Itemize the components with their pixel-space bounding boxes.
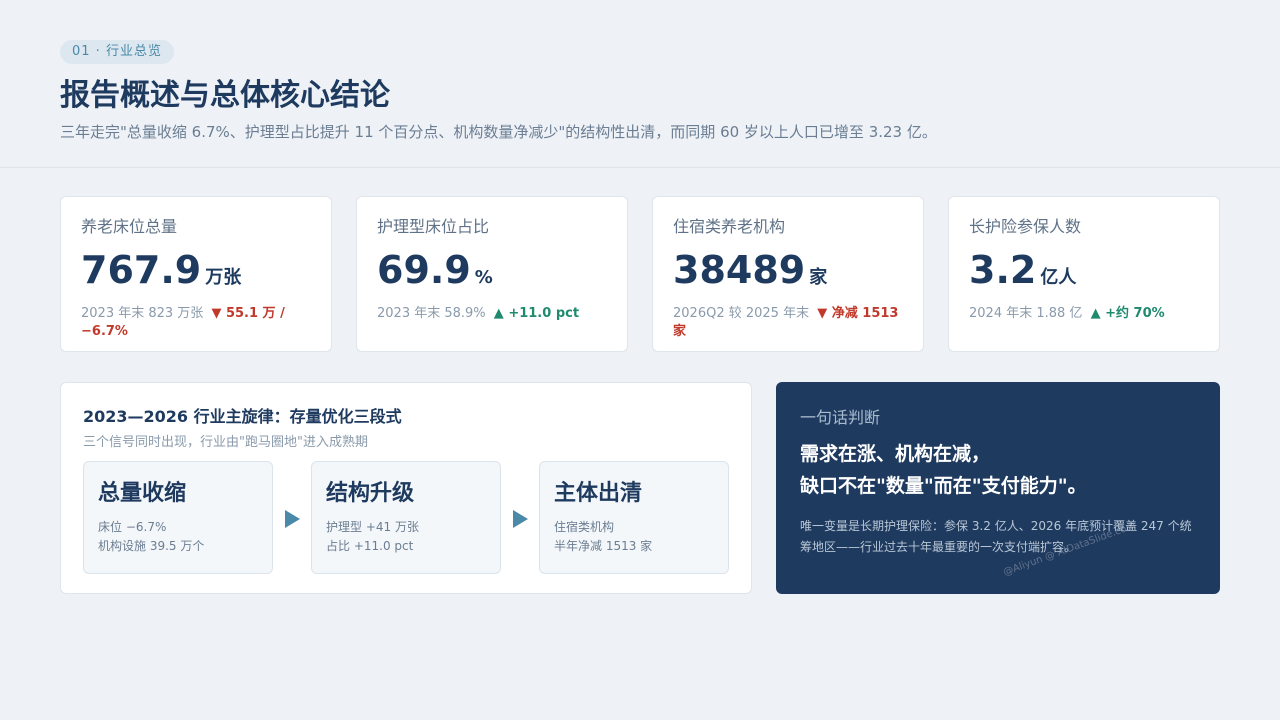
phase-detail: 护理型 +41 万张 — [326, 520, 419, 534]
kpi-baseline: 2023 年末 823 万张 — [81, 306, 204, 321]
phase-card-clearing: 主体出清 住宿类机构 半年净减 1513 家 — [539, 461, 729, 574]
kpi-footnote: 2023 年末 58.9% ▲ +11.0 pct — [377, 305, 607, 323]
phase-detail: 占比 +11.0 pct — [326, 539, 414, 553]
kpi-delta: ▲ +约 70% — [1090, 306, 1165, 321]
kpi-unit: % — [474, 267, 493, 288]
phase-panel: 2023—2026 行业主旋律：存量优化三段式 三个信号同时出现，行业由"跑马圈… — [60, 382, 752, 594]
phase-detail: 床位 −6.7% — [98, 520, 167, 534]
kpi-baseline: 2026Q2 较 2025 年末 — [673, 306, 810, 321]
kpi-value-row: 767.9 万张 — [81, 247, 311, 293]
phase-detail: 住宿类机构 — [554, 520, 615, 534]
kpi-label: 住宿类养老机构 — [673, 217, 786, 236]
kpi-value-row: 38489 家 — [673, 247, 903, 293]
kpi-footnote: 2024 年末 1.88 亿 ▲ +约 70% — [969, 305, 1199, 323]
kpi-unit: 亿人 — [1040, 267, 1077, 288]
kpi-label: 养老床位总量 — [81, 217, 178, 236]
kpi-baseline: 2024 年末 1.88 亿 — [969, 306, 1083, 321]
kpi-card-bed-total: 养老床位总量 767.9 万张 2023 年末 823 万张 ▼ 55.1 万 /… — [60, 196, 332, 352]
phase-card-contraction: 总量收缩 床位 −6.7% 机构设施 39.5 万个 — [83, 461, 273, 574]
kpi-value: 767.9 — [81, 248, 202, 292]
verdict-line: 需求在涨、机构在减， — [800, 443, 991, 465]
verdict-label: 一句话判断 — [800, 408, 881, 427]
phase-name: 总量收缩 — [98, 481, 187, 506]
arrow-right-icon — [285, 510, 300, 528]
phase-detail: 机构设施 39.5 万个 — [98, 539, 205, 553]
kpi-value-row: 69.9% — [377, 247, 607, 293]
kpi-baseline: 2023 年末 58.9% — [377, 306, 486, 321]
phase-name: 结构升级 — [326, 481, 415, 506]
kpi-value: 38489 — [673, 248, 806, 292]
kpi-unit: 万张 — [205, 267, 242, 288]
page-header: 01 · 行业总览 报告概述与总体核心结论 三年走完"总量收缩 6.7%、护理型… — [0, 0, 1280, 168]
phase-panel-subtitle: 三个信号同时出现，行业由"跑马圈地"进入成熟期 — [83, 435, 368, 450]
kpi-footnote: 2023 年末 823 万张 ▼ 55.1 万 / −6.7% — [81, 305, 311, 341]
phase-panel-title: 2023—2026 行业主旋律：存量优化三段式 — [83, 407, 402, 426]
kpi-delta: ▲ +11.0 pct — [493, 306, 580, 321]
phase-detail: 半年净减 1513 家 — [554, 539, 653, 553]
kpi-label: 护理型床位占比 — [377, 217, 490, 236]
kpi-card-ltc-insurance: 长护险参保人数 3.2 亿人 2024 年末 1.88 亿 ▲ +约 70% — [948, 196, 1220, 352]
phase-name: 主体出清 — [554, 481, 643, 506]
page-subtitle: 三年走完"总量收缩 6.7%、护理型占比提升 11 个百分点、机构数量净减少"的… — [60, 123, 937, 141]
page-title: 报告概述与总体核心结论 — [60, 78, 390, 113]
kpi-label: 长护险参保人数 — [969, 217, 1082, 236]
kpi-card-nursing-share: 护理型床位占比 69.9% 2023 年末 58.9% ▲ +11.0 pct — [356, 196, 628, 352]
kpi-footnote: 2026Q2 较 2025 年末 ▼ 净减 1513 家 — [673, 305, 903, 341]
arrow-right-icon — [513, 510, 528, 528]
kpi-value: 69.9 — [377, 248, 471, 292]
kpi-unit: 家 — [809, 267, 828, 288]
section-tag: 01 · 行业总览 — [60, 40, 174, 64]
verdict-note: 唯一变量是长期护理保险：参保 3.2 亿人、2026 年底预计覆盖 247 个统… — [800, 519, 1192, 554]
verdict-headline: 需求在涨、机构在减， 缺口不在"数量"而在"支付能力"。 — [800, 438, 1087, 502]
phase-card-upgrade: 结构升级 护理型 +41 万张 占比 +11.0 pct — [311, 461, 501, 574]
verdict-card: 一句话判断 需求在涨、机构在减， 缺口不在"数量"而在"支付能力"。 唯一变量是… — [776, 382, 1220, 594]
kpi-value: 3.2 — [969, 248, 1037, 292]
verdict-line: 缺口不在"数量"而在"支付能力"。 — [800, 475, 1087, 497]
kpi-value-row: 3.2 亿人 — [969, 247, 1199, 293]
kpi-card-institutions: 住宿类养老机构 38489 家 2026Q2 较 2025 年末 ▼ 净减 151… — [652, 196, 924, 352]
